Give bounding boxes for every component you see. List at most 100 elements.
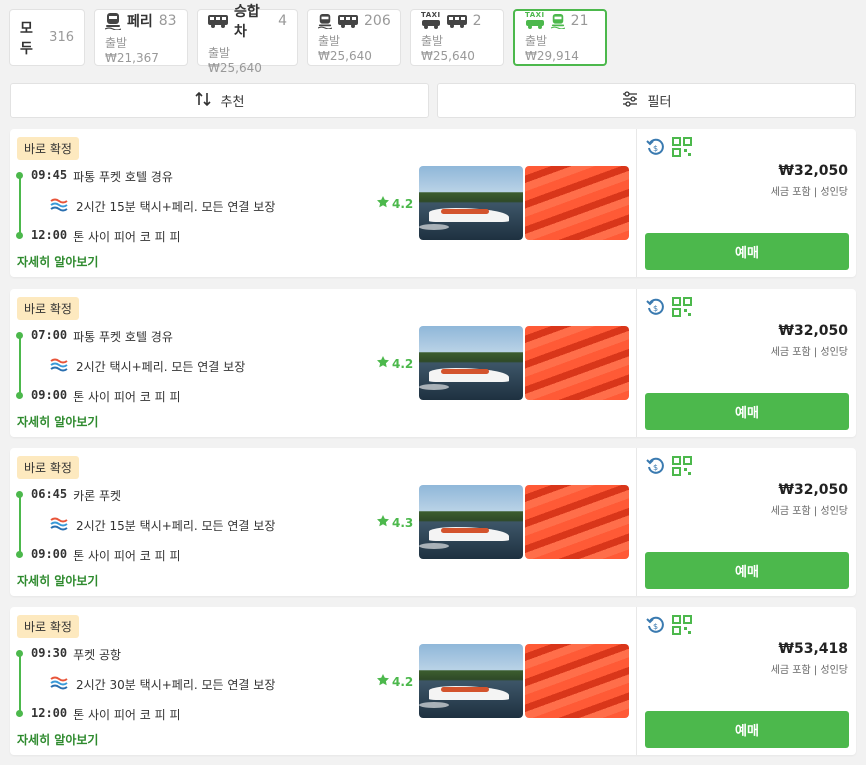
svg-text:$: $ [653,622,658,631]
filter-button[interactable]: 필터 [437,83,856,118]
arrival-place: 톤 사이 피어 코 피 피 [73,708,181,722]
van-icon [446,14,467,28]
tab-all-label: 모두 [20,20,33,57]
speedboat-photo[interactable] [419,326,523,400]
tab-taxi-van-price: 출발 ₩25,640 [421,34,475,63]
instant-confirm-badge: 바로 확정 [17,297,79,320]
tab-ferry-price: 출발 ₩21,367 [105,35,159,65]
departure-place: 파통 푸켓 호텔 경유 [73,330,173,344]
svg-text:$: $ [653,304,658,313]
result-card: 바로 확정 09:30 푸켓 공항 2시간 30분 택시+페리. 모든 연결 보장… [10,607,856,755]
sort-arrows-icon [194,91,211,111]
arrival-dot [16,710,23,717]
taxi-icon: TAXI [525,12,545,29]
departure-place: 카론 푸켓 [73,489,122,503]
arrival-time: 09:00 [31,547,68,561]
van-icon [338,14,358,28]
operator-logo-icon [50,517,68,534]
departure-dot [16,332,23,339]
arrival-place: 톤 사이 피어 코 피 피 [73,549,181,563]
tab-taxi-ferry[interactable]: TAXI 21 출발 ₩29,914 [513,9,607,66]
rating-value: 4.2 [392,356,414,371]
operator-logo-icon [50,358,68,375]
tab-ferry[interactable]: 페리 83 출발 ₩21,367 [94,9,188,66]
departure-place: 파통 푸켓 호텔 경유 [73,170,173,184]
departure-time: 06:45 [31,487,68,501]
arrival-dot [16,392,23,399]
tab-taxi-ferry-price: 출발 ₩29,914 [525,34,579,63]
ferry-icon [105,12,121,30]
boat-seats-photo[interactable] [525,326,629,400]
tab-all[interactable]: 모두 316 [9,9,85,66]
filter-sliders-icon [622,90,638,111]
trip-duration: 2시간 15분 택시+페리. 모든 연결 보장 [76,200,276,214]
arrival-dot [16,232,23,239]
details-link[interactable]: 자세히 알아보기 [17,413,98,430]
departure-dot [16,491,23,498]
departure-dot [16,650,23,657]
tab-taxi-van[interactable]: TAXI 2 출발 ₩25,640 [410,9,504,66]
refund-icon: $ [646,615,666,639]
svg-text:$: $ [653,463,658,472]
tab-ferry-van[interactable]: 206 출발 ₩25,640 [307,9,401,66]
tab-taxi-ferry-count: 21 [570,12,589,29]
trip-duration: 2시간 30분 택시+페리. 모든 연결 보장 [76,678,276,692]
tab-taxi-van-count: 2 [472,12,482,29]
instant-confirm-badge: 바로 확정 [17,615,79,638]
qr-ticket-icon [672,297,692,321]
refund-icon: $ [646,456,666,480]
trip-duration: 2시간 택시+페리. 모든 연결 보장 [76,360,246,374]
star-icon [376,355,390,372]
timeline [19,175,21,235]
result-card: 바로 확정 06:45 카론 푸켓 2시간 15분 택시+페리. 모든 연결 보장… [10,448,856,596]
price: ₩32,050 [778,163,848,179]
arrival-time: 12:00 [31,706,68,720]
instant-confirm-badge: 바로 확정 [17,456,79,479]
details-link[interactable]: 자세히 알아보기 [17,572,98,589]
boat-seats-photo[interactable] [525,485,629,559]
refund-icon: $ [646,137,666,161]
tab-van-price: 출발 ₩25,640 [208,45,262,75]
transport-tabs: 모두 316 페리 83 출발 ₩21,367 승합차 4 출발 ₩25,640 [9,4,607,75]
tab-van-label: 승합차 [234,3,260,40]
sort-bar: 추천 필터 [10,83,856,118]
refund-icon: $ [646,297,666,321]
price: ₩53,418 [778,641,848,657]
price-note: 세금 포함 | 성인당 [770,347,848,358]
departure-dot [16,172,23,179]
departure-place: 푸켓 공항 [73,648,122,662]
sort-button[interactable]: 추천 [10,83,429,118]
details-link[interactable]: 자세히 알아보기 [17,731,98,748]
arrival-place: 톤 사이 피어 코 피 피 [73,230,181,244]
rating-value: 4.2 [392,196,414,211]
rating-value: 4.2 [392,674,414,689]
ferry-icon [550,13,565,29]
timeline [19,335,21,395]
book-button[interactable]: 예매 [645,711,849,748]
tab-ferry-van-price: 출발 ₩25,640 [318,33,372,63]
speedboat-photo[interactable] [419,485,523,559]
rating-value: 4.3 [392,515,414,530]
trip-duration: 2시간 15분 택시+페리. 모든 연결 보장 [76,519,276,533]
van-icon [208,14,228,28]
star-icon [376,195,390,212]
speedboat-photo[interactable] [419,166,523,240]
boat-seats-photo[interactable] [525,644,629,718]
taxi-icon: TAXI [421,12,441,29]
tab-ferry-count: 83 [158,12,177,29]
speedboat-photo[interactable] [419,644,523,718]
price-note: 세금 포함 | 성인당 [770,665,848,676]
sort-label: 추천 [220,95,245,110]
boat-seats-photo[interactable] [525,166,629,240]
timeline [19,653,21,713]
rating: 4.3 [376,514,413,531]
details-link[interactable]: 자세히 알아보기 [17,253,98,270]
book-button[interactable]: 예매 [645,233,849,270]
tab-van[interactable]: 승합차 4 출발 ₩25,640 [197,4,298,75]
book-button[interactable]: 예매 [645,552,849,589]
star-icon [376,514,390,531]
book-button[interactable]: 예매 [645,393,849,430]
price: ₩32,050 [778,482,848,498]
rating: 4.2 [376,195,413,212]
instant-confirm-badge: 바로 확정 [17,137,79,160]
